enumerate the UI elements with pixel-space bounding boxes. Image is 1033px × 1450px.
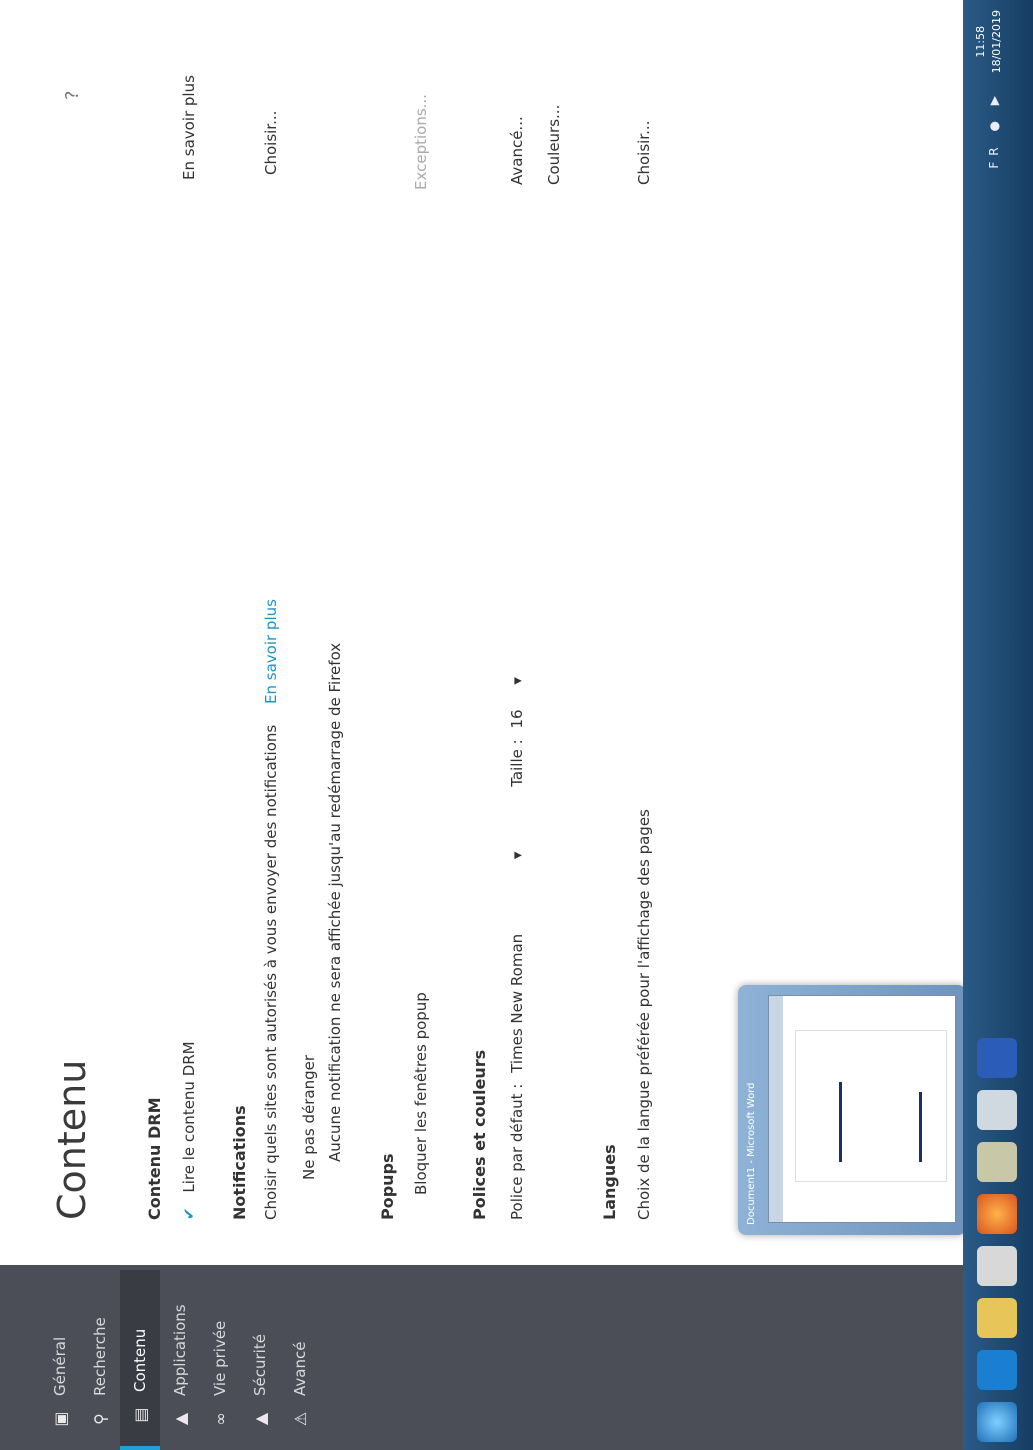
help-icon[interactable]: ? [62,90,83,100]
system-tray[interactable]: FR ● ▶ [987,90,1001,169]
sidebar-item-label: Vie privée [211,1320,229,1396]
sidebar: ▣ Général ⚲ Recherche ▤ Contenu ▲ Applic… [0,1265,1033,1450]
sidebar-item-security[interactable]: ▲ Sécurité [240,1270,280,1430]
languages-choose-button[interactable]: Choisir... [635,121,653,185]
checkmark-icon: ✔ [180,1207,198,1220]
notifications-learn-more-link[interactable]: En savoir plus [262,599,280,704]
languages-heading: Langues [600,1144,619,1220]
volume-icon[interactable]: ▶ [987,90,1001,105]
sidebar-item-applications[interactable]: ▲ Applications [160,1270,200,1430]
popups-exceptions-button[interactable]: Exceptions... [412,94,430,190]
thumbnail-document-preview [768,995,956,1223]
notifications-description-text: Choisir quels sites sont autorisés à vou… [262,724,280,1220]
size-label: Taille : [508,739,526,787]
clock-date: 18/01/2019 [990,10,1003,74]
size-select[interactable]: 16 [508,709,526,728]
security-icon: ▲ [250,1412,270,1426]
word-icon[interactable] [977,1038,1017,1078]
screenshot-stage: ▣ Général ⚲ Recherche ▤ Contenu ▲ Applic… [0,0,1033,1450]
dnd-label[interactable]: Ne pas déranger [300,1055,318,1180]
thumbnail-ribbon [769,996,783,1222]
sidebar-nav: ▣ Général ⚲ Recherche ▤ Contenu ▲ Applic… [40,1270,320,1450]
sidebar-item-general[interactable]: ▣ Général [40,1270,80,1430]
default-font-label: Police par défaut : [508,1083,526,1220]
sidebar-item-label: Avancé [291,1341,309,1396]
drm-checkbox-row[interactable]: ✔ Lire le contenu DRM [180,1041,198,1220]
applications-icon: ▲ [170,1412,190,1426]
thumbnail-text-line [919,1092,922,1162]
network-icon[interactable]: ● [987,115,1001,131]
drm-learn-more-link[interactable]: En savoir plus [180,75,198,180]
fonts-heading: Polices et couleurs [470,1049,489,1220]
fonts-colors-button[interactable]: Couleurs... [545,105,563,185]
drm-checkbox-label[interactable]: Lire le contenu DRM [180,1041,198,1192]
thumbnail-text-line [839,1082,842,1162]
sidebar-item-privacy[interactable]: ∞ Vie privée [200,1270,240,1430]
internet-explorer-icon[interactable] [977,1350,1017,1390]
advanced-icon: ⚠ [290,1411,310,1427]
sidebar-item-content[interactable]: ▤ Contenu [120,1270,160,1450]
notifications-description: Choisir quels sites sont autorisés à vou… [262,599,280,1220]
app-icon[interactable] [977,1142,1017,1182]
sidebar-item-search[interactable]: ⚲ Recherche [80,1270,120,1430]
chevron-down-icon[interactable]: ▾ [508,677,526,685]
start-button-icon[interactable] [977,1402,1017,1442]
sidebar-item-label: Contenu [131,1328,149,1392]
default-font-row: Police par défaut : Times New Roman ▾ Ta… [508,677,526,1220]
notifications-choose-button[interactable]: Choisir... [262,111,280,175]
popups-heading: Popups [378,1153,397,1220]
sidebar-item-label: Recherche [91,1317,109,1396]
content-icon: ▤ [130,1407,150,1423]
sidebar-item-label: Général [51,1336,69,1396]
drm-heading: Contenu DRM [145,1097,164,1221]
search-icon: ⚲ [90,1413,110,1425]
thumbnail-page [795,1030,947,1182]
privacy-icon: ∞ [210,1412,230,1426]
thumbnail-title: Document1 - Microsoft Word [746,1082,757,1225]
block-popups-label[interactable]: Bloquer les fenêtres popup [412,992,430,1195]
rotated-screen: ▣ Général ⚲ Recherche ▤ Contenu ▲ Applic… [0,0,1033,1450]
calculator-icon[interactable] [977,1090,1017,1130]
sidebar-item-label: Sécurité [251,1334,269,1396]
file-explorer-icon[interactable] [977,1298,1017,1338]
chevron-down-icon[interactable]: ▾ [508,852,526,860]
sidebar-item-label: Applications [171,1304,189,1396]
general-icon: ▣ [50,1411,70,1427]
page-title: Contenu [50,1059,94,1220]
taskbar-thumbnail-preview[interactable]: Document1 - Microsoft Word [738,985,966,1235]
dnd-description: Aucune notification ne sera affichée jus… [326,642,344,1162]
clock-time: 11:58 [974,25,987,58]
firefox-icon[interactable] [977,1194,1017,1234]
media-player-icon[interactable] [977,1246,1017,1286]
languages-description: Choix de la langue préférée pour l'affic… [635,809,653,1220]
sidebar-item-advanced[interactable]: ⚠ Avancé [280,1270,320,1430]
notifications-heading: Notifications [230,1105,249,1220]
default-font-select[interactable]: Times New Roman [508,934,526,1073]
fonts-advanced-button[interactable]: Avancé... [508,116,526,185]
taskbar-clock[interactable]: 11:58 18/01/2019 [973,10,1005,73]
taskbar: FR ● ▶ 11:58 18/01/2019 [963,0,1033,1450]
language-indicator[interactable]: FR [987,141,1001,168]
